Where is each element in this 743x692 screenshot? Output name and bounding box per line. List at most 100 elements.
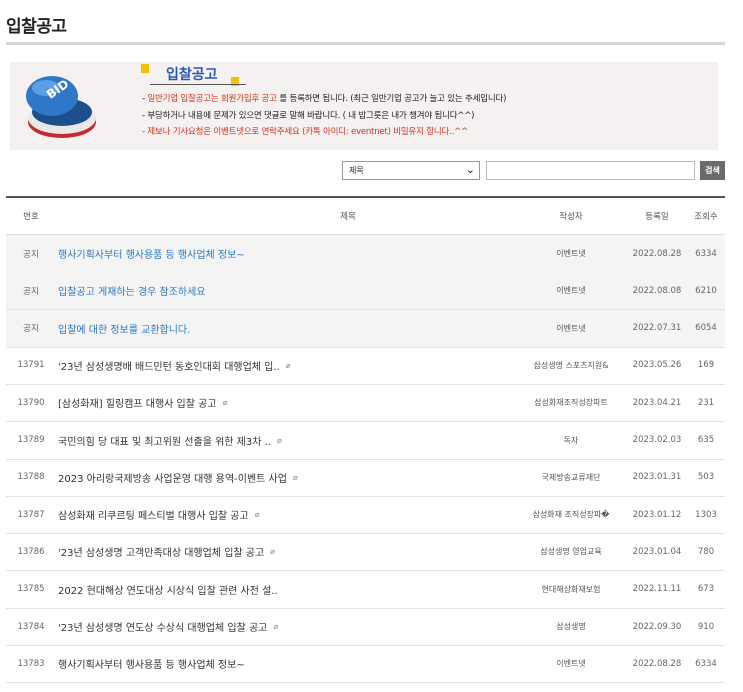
row-views: 635 <box>697 435 715 445</box>
row-title-link[interactable]: '23년 삼성생명 연도상 수상식 대행업체 입찰 공고 ⌀ <box>58 608 518 645</box>
banner-line-1-rest: 를 등록하면 됩니다. (최근 일반기업 공고가 늘고 있는 추세입니다) <box>279 94 507 104</box>
paperclip-icon: ⌀ <box>270 547 275 557</box>
row-title-text[interactable]: 입찰에 대한 정보를 교환합니다. <box>58 321 190 336</box>
header-date: 등록일 <box>645 212 669 222</box>
row-title-text[interactable]: 입찰공고 게재하는 경우 참조하세요 <box>58 283 206 298</box>
bid-button-icon: BID <box>26 76 96 138</box>
table-row[interactable]: 공지 입찰에 대한 정보를 교환합니다. 이벤트넷 2022.07.31 6054 <box>6 309 725 348</box>
row-views: 910 <box>697 621 715 632</box>
row-date: 2022.08.28 <box>632 658 682 669</box>
row-writer: 삼성생명 영업교육 <box>540 547 602 557</box>
notice-banner: BID 입찰공고 - 일반기업 입찰공고는 회원가입후 공고 를 등록하면 됩니… <box>10 62 718 150</box>
row-title-link[interactable]: 2022 현대해상 연도대상 시상식 입찰 관련 사전 설.. <box>58 571 518 608</box>
row-views: 6334 <box>695 248 717 259</box>
row-date: 2023.01.12 <box>632 509 682 520</box>
row-num: 13788 <box>17 472 45 483</box>
row-num: 13790 <box>17 397 45 408</box>
banner-heading: 입찰공고 <box>166 67 218 83</box>
row-date: 2023.02.03 <box>632 435 682 445</box>
banner-line-2: - 부당하거나 내용에 문제가 있으면 댓글로 말해 바랍니다. ( 내 밥그릇… <box>142 111 475 121</box>
row-views: 231 <box>697 397 715 408</box>
paperclip-icon: ⌀ <box>254 510 260 520</box>
row-views: 673 <box>697 584 715 595</box>
row-num: 13784 <box>17 621 45 632</box>
row-views: 6334 <box>695 658 717 669</box>
paperclip-icon: ⌀ <box>285 360 291 370</box>
table-row[interactable]: 13787 삼성화재 리쿠르팅 페스티벌 대행사 입찰 공고 ⌀ 삼성화재 조직성장파… <box>6 496 725 535</box>
row-date: 2023.05.26 <box>632 360 682 371</box>
row-title-link[interactable]: 행사기획사부터 행사용품 등 행사업체 정보~ <box>58 235 518 272</box>
row-title-link[interactable]: '23년 삼성생명 고객만족대상 대행업체 입찰 공고 ⌀ <box>58 533 518 570</box>
row-title-link[interactable]: [삼성화재] 힐링캠프 대행사 입찰 공고 ⌀ <box>58 384 518 421</box>
paperclip-icon: ⌀ <box>222 398 228 408</box>
row-num: 13786 <box>17 546 45 557</box>
row-num: 13785 <box>17 584 45 595</box>
row-date: 2023.01.31 <box>632 472 682 483</box>
search-field-select-value: 제목 <box>349 166 364 175</box>
header-views: 조회수 <box>694 212 718 222</box>
row-writer: 삼성생명 스포츠지원& <box>533 360 609 370</box>
paperclip-icon: ⌀ <box>273 622 279 631</box>
search-field-select[interactable]: 제목 ⌄ <box>342 161 480 180</box>
row-title-link[interactable]: 2023 아리랑국제방송 사업운영 대행 용역-이벤트 사업 ⌀ <box>58 459 518 496</box>
row-num: 공지 <box>23 324 39 335</box>
row-writer: 국제방송교류재단 <box>541 472 601 482</box>
row-title-link[interactable]: 입찰공고 게재하는 경우 참조하세요 <box>58 272 518 309</box>
row-title-text[interactable]: '23년 삼성생명 연도상 수상식 대행업체 입찰 공고 <box>58 619 267 634</box>
row-title-text[interactable]: 2023 아리랑국제방송 사업운영 대행 용역-이벤트 사업 <box>58 470 287 485</box>
row-title-text[interactable]: '23년 삼성생명배 배드민턴 동호인대회 대행업체 입.. <box>58 358 280 373</box>
row-views: 503 <box>697 472 715 483</box>
row-title-text[interactable]: 2022 현대해상 연도대상 시상식 입찰 관련 사전 설.. <box>58 582 278 597</box>
search-input[interactable] <box>486 161 695 180</box>
table-row[interactable]: 13788 2023 아리랑국제방송 사업운영 대행 용역-이벤트 사업 ⌀ 국제방송… <box>6 459 725 497</box>
header-title: 제목 <box>340 212 356 222</box>
row-date: 2023.04.21 <box>632 397 682 408</box>
search-button[interactable]: 검색 <box>700 161 725 180</box>
table-row[interactable]: 13790 [삼성화재] 힐링캠프 대행사 입찰 공고 ⌀ 삼성화재조직성장파트 202… <box>6 384 725 423</box>
chevron-down-icon: ⌄ <box>465 163 475 176</box>
header-num: 번호 <box>23 212 39 222</box>
paperclip-icon: ⌀ <box>292 472 298 482</box>
row-title-text[interactable]: 국민의힘 당 대표 및 최고위원 선출을 위한 제3차 .. <box>58 433 271 448</box>
table-row[interactable]: 13791 '23년 삼성생명배 배드민턴 동호인대회 대행업체 입.. ⌀ 삼성생명… <box>6 347 725 385</box>
row-num: 공지 <box>23 286 39 297</box>
row-title-link[interactable]: 국민의힘 당 대표 및 최고위원 선출을 위한 제3차 .. ⌀ <box>58 422 518 459</box>
row-title-link[interactable]: 삼성화재 리쿠르팅 페스티벌 대행사 입찰 공고 ⌀ <box>58 496 518 533</box>
row-date: 2022.11.11 <box>632 584 682 595</box>
row-writer: 삼성화재조직성장파트 <box>534 398 608 408</box>
row-title-link[interactable]: '23년 삼성생명배 배드민턴 동호인대회 대행업체 입.. ⌀ <box>58 347 518 384</box>
row-num: 13787 <box>17 509 45 520</box>
row-title-text[interactable]: 삼성화재 리쿠르팅 페스티벌 대행사 입찰 공고 <box>58 507 249 522</box>
row-writer: 이벤트넷 <box>556 659 586 669</box>
row-num: 13789 <box>17 435 45 445</box>
row-date: 2022.08.08 <box>632 285 682 296</box>
table-row[interactable]: 13789 국민의힘 당 대표 및 최고위원 선출을 위한 제3차 .. ⌀ 독자 20… <box>6 422 725 460</box>
table-row[interactable]: 13784 '23년 삼성생명 연도상 수상식 대행업체 입찰 공고 ⌀ 삼성생명 20… <box>6 608 725 646</box>
table-row[interactable]: 13783 행사기획사부터 행사용품 등 행사업체 정보~ 이벤트넷 2022.08.… <box>6 645 725 684</box>
yellow-square-decoration <box>141 64 149 73</box>
row-writer: 독자 <box>563 435 579 445</box>
row-writer: 이벤트넷 <box>556 286 586 296</box>
header-writer: 작성자 <box>559 212 583 222</box>
banner-line-1: - 일반기업 입찰공고는 회원가입후 공고 를 등록하면 됩니다. (최근 일반… <box>142 92 506 104</box>
row-date: 2022.08.28 <box>632 248 682 259</box>
row-writer: 이벤트넷 <box>556 249 586 258</box>
table-row[interactable]: 공지 입찰공고 게재하는 경우 참조하세요 이벤트넷 2022.08.08 6210 <box>6 272 725 311</box>
banner-line-3: - 제보나 기사요청은 이벤트넷으로 연락주세요 (카톡 아이디: eventn… <box>142 127 468 137</box>
table-row[interactable]: 13785 2022 현대해상 연도대상 시상식 입찰 관련 사전 설.. 현대해상… <box>6 571 725 609</box>
row-writer: 삼성화재 조직성장파� <box>532 510 610 520</box>
row-title-text[interactable]: 행사기획사부터 행사용품 등 행사업체 정보~ <box>58 656 245 671</box>
table-row[interactable]: 13786 '23년 삼성생명 고객만족대상 대행업체 입찰 공고 ⌀ 삼성생명 영업… <box>6 533 725 572</box>
title-divider <box>6 42 725 45</box>
row-title-link[interactable]: 행사기획사부터 행사용품 등 행사업체 정보~ <box>58 645 518 682</box>
row-title-text[interactable]: [삼성화재] 힐링캠프 대행사 입찰 공고 <box>58 395 217 410</box>
row-title-text[interactable]: 행사기획사부터 행사용품 등 행사업체 정보~ <box>58 246 245 261</box>
row-views: 6210 <box>695 285 717 296</box>
row-num: 공지 <box>23 249 39 260</box>
row-title-text[interactable]: '23년 삼성생명 고객만족대상 대행업체 입찰 공고 <box>58 544 264 559</box>
table-row[interactable]: 공지 행사기획사부터 행사용품 등 행사업체 정보~ 이벤트넷 2022.08.28 6… <box>6 235 725 273</box>
paperclip-icon: ⌀ <box>276 435 282 445</box>
row-num: 13791 <box>17 360 45 371</box>
row-title-link[interactable]: 입찰에 대한 정보를 교환합니다. <box>58 310 518 347</box>
banner-heading-underline <box>150 84 246 85</box>
